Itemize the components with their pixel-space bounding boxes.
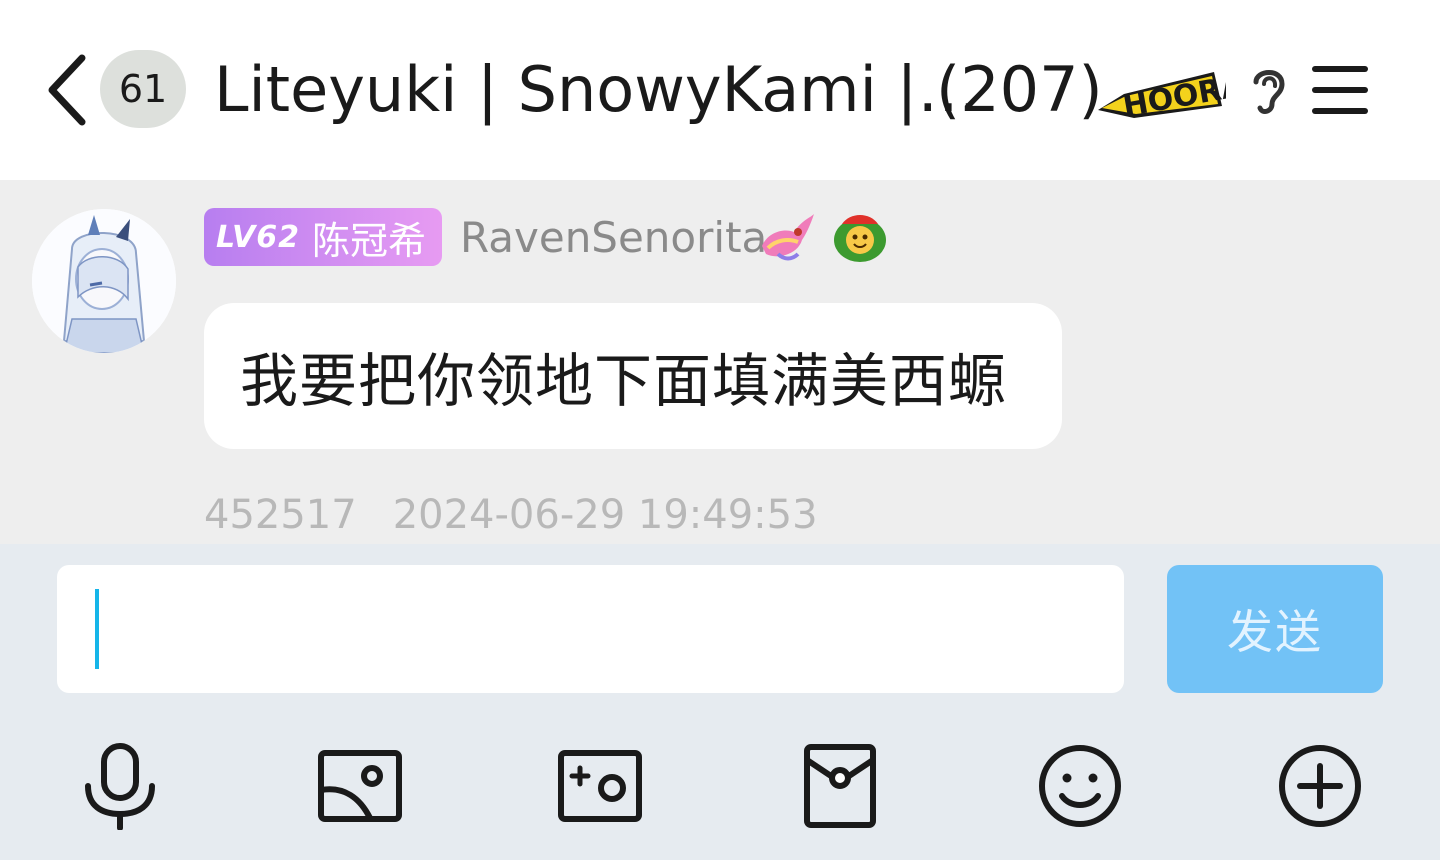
member-title-tag: LV62 陈冠希 <box>204 208 442 266</box>
plus-icon <box>1279 745 1361 827</box>
menu-icon <box>1312 66 1368 114</box>
anime-girl-avatar[interactable] <box>32 209 176 353</box>
text-caret <box>95 589 99 669</box>
chat-header: 61 Liteyuki | SnowyKami |… (207) HOORAY <box>0 0 1440 180</box>
red-packet-icon <box>804 744 876 828</box>
image-icon <box>318 750 402 822</box>
menu-button[interactable] <box>1306 60 1374 120</box>
message-meta: 452517 2024-06-29 19:49:53 <box>204 490 818 540</box>
camera-icon <box>558 750 642 822</box>
more-button[interactable] <box>1276 742 1364 830</box>
member-count[interactable]: (207) <box>936 52 1103 128</box>
emoji-icon <box>1039 745 1121 827</box>
svg-text:HOORAY: HOORAY <box>1120 66 1226 122</box>
sender-nickname[interactable]: RavenSenorita <box>460 210 767 266</box>
emoji-button[interactable] <box>1036 742 1124 830</box>
back-button[interactable] <box>40 50 96 130</box>
red-packet-button[interactable] <box>796 742 884 830</box>
unread-count-badge[interactable]: 61 <box>100 50 186 128</box>
ear-icon <box>1253 70 1285 114</box>
level-label: LV62 <box>216 219 300 255</box>
message-bubble[interactable]: 我要把你领地下面填满美西螈 <box>204 303 1062 449</box>
microphone-icon <box>85 743 155 830</box>
send-button[interactable]: 发送 <box>1167 565 1383 693</box>
smiley-badge-icon <box>832 210 888 264</box>
hooray-badge-icon: HOORAY <box>1094 66 1226 122</box>
sender-id: 452517 <box>204 492 357 538</box>
message-input[interactable] <box>57 565 1124 693</box>
back-chevron-icon <box>48 54 86 126</box>
message-timestamp: 2024-06-29 19:49:53 <box>392 492 818 538</box>
camera-button[interactable] <box>556 742 644 830</box>
member-title: 陈冠希 <box>311 218 426 263</box>
voice-button[interactable] <box>76 742 164 830</box>
message-text: 我要把你领地下面填满美西螈 <box>240 347 1008 415</box>
group-title[interactable]: Liteyuki | SnowyKami |… <box>214 52 979 128</box>
image-button[interactable] <box>316 742 404 830</box>
dragon-badge-icon <box>758 210 816 264</box>
ear-mode-button[interactable] <box>1246 62 1292 118</box>
